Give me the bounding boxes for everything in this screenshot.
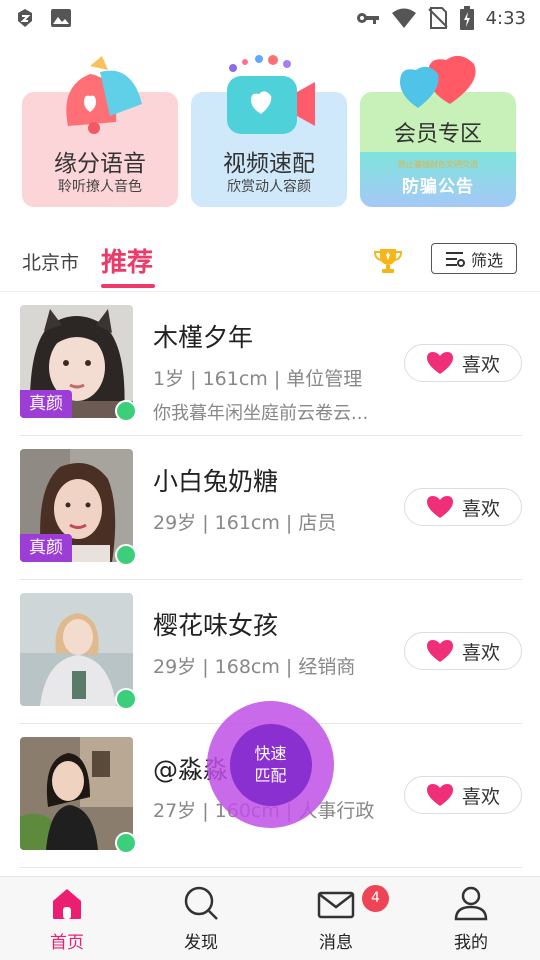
user-info: 1岁 | 161cm | 单位管理 [153, 368, 363, 390]
voice-match-title: 缘分语音 [54, 151, 146, 177]
nav-home-label: 首页 [50, 933, 84, 953]
bell-heart-icon [66, 56, 142, 134]
avatar[interactable] [20, 737, 133, 850]
app-notification-icon [18, 9, 32, 27]
voice-match-banner[interactable]: 缘分语音 聆听撩人音色 [22, 56, 178, 207]
like-button[interactable]: 喜欢 [404, 632, 522, 670]
image-notification-icon [51, 9, 71, 27]
quick-match-inner: 快速 匹配 [229, 723, 312, 806]
heart-icon [426, 784, 453, 806]
like-label: 喜欢 [461, 353, 500, 376]
nav-me-label: 我的 [454, 933, 488, 953]
tab-bar: 北京市 推荐 筛选 [0, 236, 540, 292]
user-bio: 你我暮年闲坐庭前云卷云... [153, 403, 369, 424]
real-face-badge: 真颜 [20, 534, 72, 562]
online-indicator [115, 544, 137, 566]
home-icon [53, 889, 81, 919]
filter-label: 筛选 [470, 250, 503, 270]
user-info: 29岁 | 161cm | 店员 [153, 512, 337, 534]
user-name: 小白兔奶糖 [153, 467, 279, 496]
user-icon [454, 886, 488, 921]
tab-indicator [101, 284, 155, 288]
filter-button[interactable]: 筛选 [431, 243, 517, 274]
nav-messages[interactable]: 消息 4 [296, 885, 389, 953]
search-icon [184, 886, 218, 920]
nav-discover-label: 发现 [184, 933, 218, 953]
video-match-subtitle: 欣赏动人容颜 [227, 179, 311, 195]
voice-match-subtitle: 聆听撩人音色 [58, 179, 142, 195]
double-heart-icon [400, 55, 476, 108]
quick-match-line2: 匹配 [254, 765, 287, 785]
like-button[interactable]: 喜欢 [404, 776, 522, 814]
anti-fraud-note: 防止骗钱财色文明交流 [398, 160, 478, 169]
bottom-nav: 首页 发现 消息 4 我的 [0, 876, 540, 960]
vpn-key-icon [356, 13, 379, 24]
nav-home[interactable]: 首页 [27, 885, 107, 953]
trophy-icon[interactable] [374, 246, 402, 274]
nav-me[interactable]: 我的 [431, 885, 511, 953]
heart-icon [426, 496, 453, 518]
status-bar: 4:33 [0, 0, 540, 36]
clock: 4:33 [485, 7, 526, 29]
mail-icon [317, 891, 355, 919]
vip-zone-title: 会员专区 [393, 122, 482, 147]
user-card[interactable]: 真颜 小白兔奶糖 29岁 | 161cm | 店员 喜欢 [20, 436, 522, 580]
quick-match-button[interactable]: 快速 匹配 [207, 701, 334, 828]
like-label: 喜欢 [461, 497, 500, 520]
feature-banners: 缘分语音 聆听撩人音色 视频速配 欣赏动人容颜 会员专区 防止骗钱财色文明交流 … [22, 52, 520, 212]
quick-match-line1: 快速 [254, 743, 287, 763]
like-label: 喜欢 [461, 641, 500, 664]
anti-fraud-notice: 防骗公告 [402, 177, 474, 197]
video-match-banner[interactable]: 视频速配 欣赏动人容颜 [191, 55, 347, 207]
battery-charging-icon [459, 6, 474, 30]
no-sim-icon [427, 7, 448, 29]
video-match-title: 视频速配 [223, 151, 315, 177]
like-label: 喜欢 [461, 785, 500, 808]
unread-badge: 4 [362, 885, 389, 912]
user-card[interactable]: 真颜 木槿夕年 1岁 | 161cm | 单位管理 你我暮年闲坐庭前云卷云...… [20, 292, 522, 436]
real-face-badge: 真颜 [20, 390, 72, 418]
video-heart-icon [227, 55, 315, 134]
heart-icon [426, 640, 453, 662]
wifi-icon [391, 8, 416, 28]
avatar[interactable] [20, 593, 133, 706]
heart-icon [426, 352, 453, 374]
nav-messages-label: 消息 [319, 933, 353, 953]
online-indicator [115, 688, 137, 710]
tab-recommend[interactable]: 推荐 [101, 242, 153, 279]
user-info: 29岁 | 168cm | 经销商 [153, 656, 356, 678]
user-name: 樱花味女孩 [153, 611, 279, 640]
online-indicator [115, 400, 137, 422]
like-button[interactable]: 喜欢 [404, 488, 522, 526]
online-indicator [115, 832, 137, 854]
vip-zone-banner[interactable]: 会员专区 防止骗钱财色文明交流 防骗公告 [360, 55, 516, 207]
tab-city[interactable]: 北京市 [22, 248, 79, 275]
like-button[interactable]: 喜欢 [404, 344, 522, 382]
filter-icon [445, 251, 465, 267]
user-name: 木槿夕年 [153, 323, 254, 352]
nav-discover[interactable]: 发现 [161, 885, 241, 953]
